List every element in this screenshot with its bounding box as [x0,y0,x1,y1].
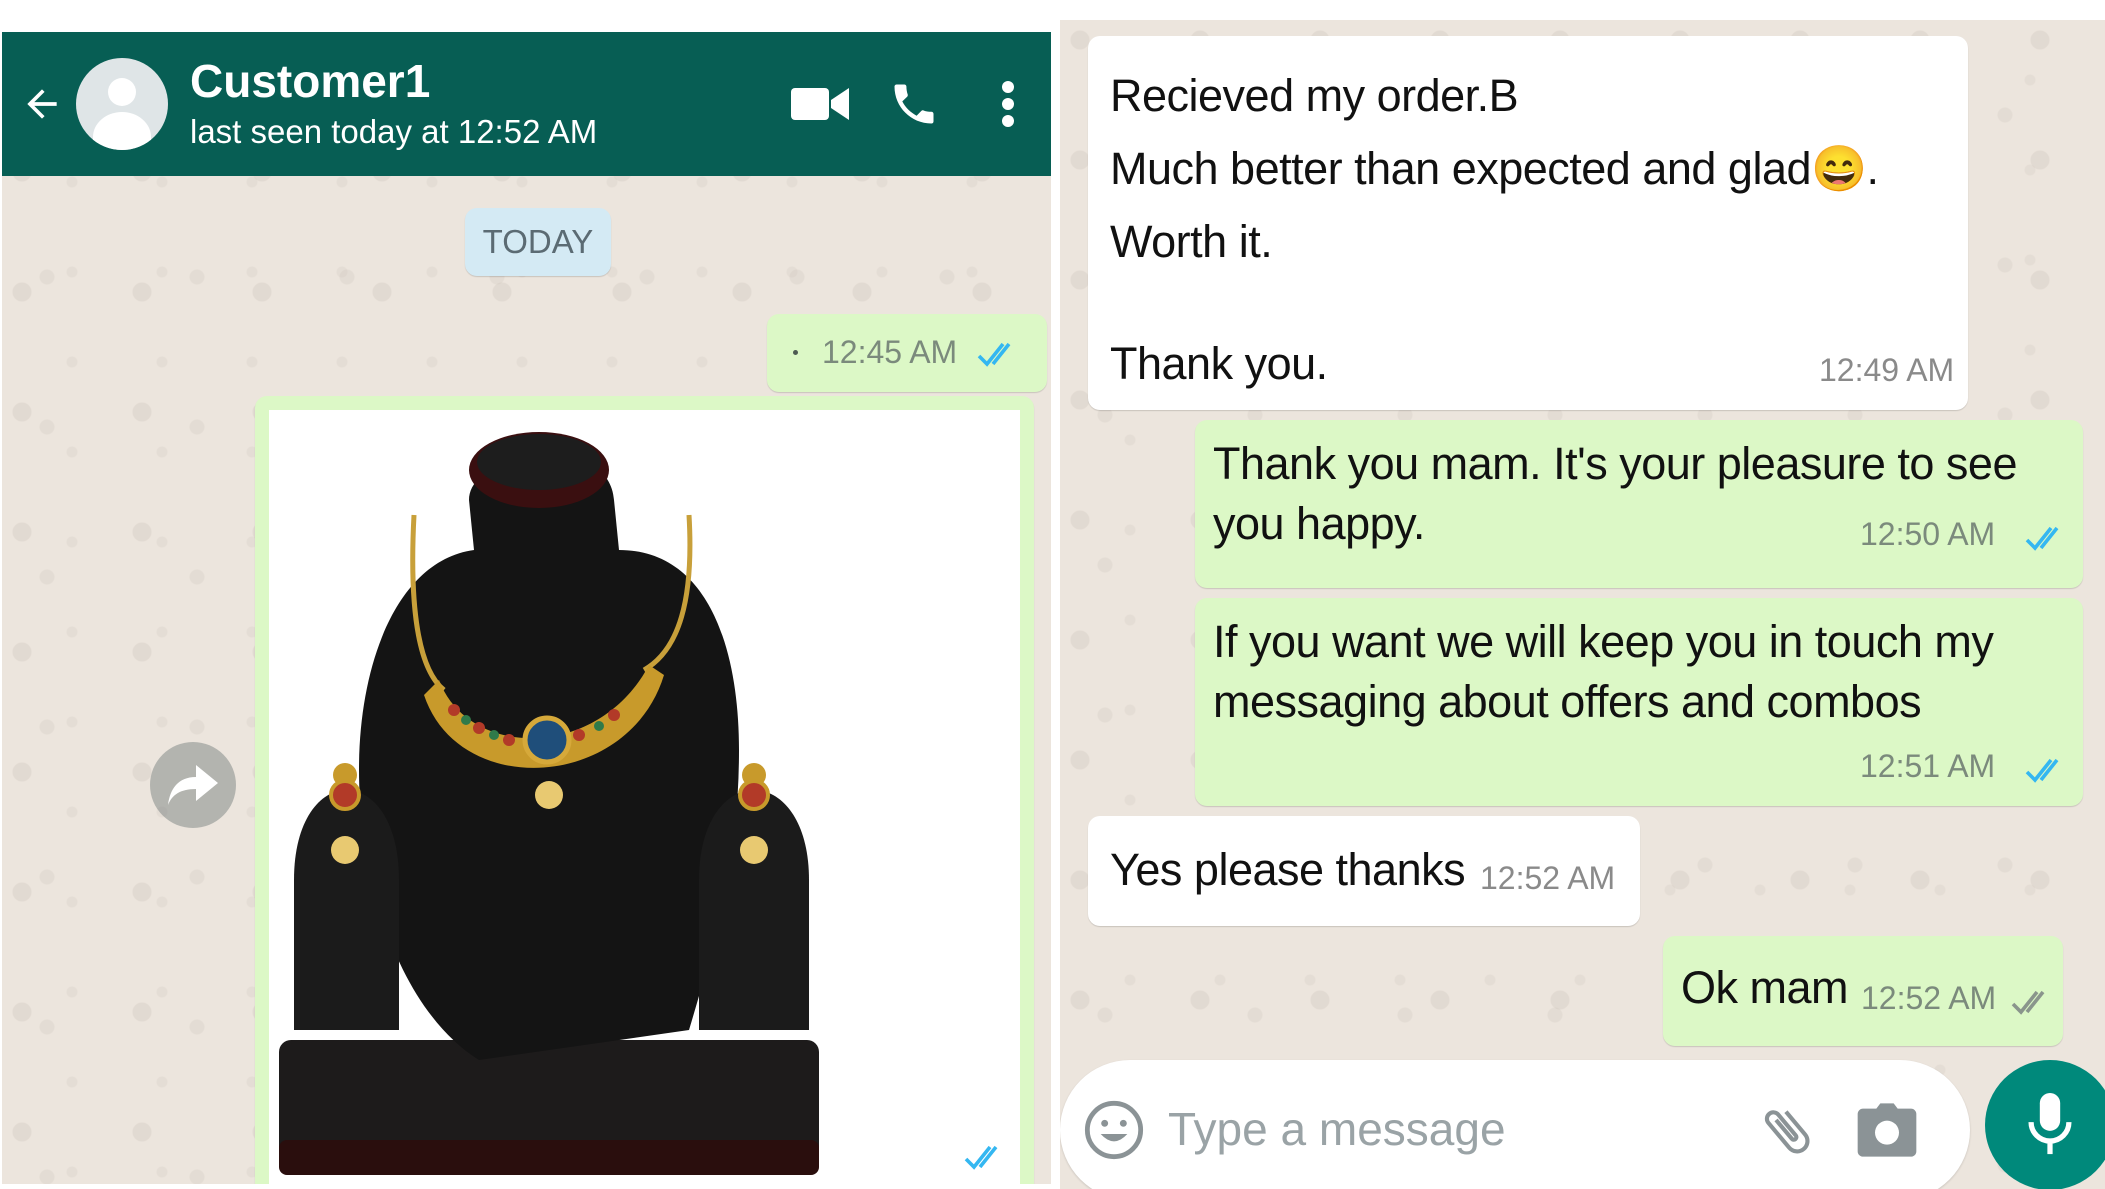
message-line: Worth it. [1110,216,1273,267]
message-time: 12:52 AM [1480,860,1616,896]
back-icon[interactable] [14,76,70,132]
incoming-message[interactable]: Recieved my order.B Much better than exp… [1088,36,1968,410]
necklace-earrings-photo[interactable]: 12:47 AM [269,410,1020,1184]
mic-icon[interactable] [1985,1060,2105,1189]
necklace-photo-graphic [279,432,819,1175]
right-chat-screen: Recieved my order.B Much better than exp… [1060,20,2105,1189]
message-time: 12:49 AM [1819,352,1955,388]
emoji-icon[interactable] [1082,1098,1146,1162]
message-line: messaging about offers and combos [1213,676,1922,727]
message-time: 12:51 AM [1860,748,1996,784]
message-line: Thank you mam. It's your pleasure to see [1213,438,2017,489]
message-line: Yes please thanks [1110,844,1466,895]
left-chat-screen: Customer1 last seen today at 12:52 AM TO… [2,32,1051,1184]
outgoing-message[interactable]: If you want we will keep you in touch my… [1195,598,2083,806]
outgoing-message[interactable]: Thank you mam. It's your pleasure to see… [1195,420,2083,588]
outgoing-image-message[interactable]: 12:47 AM [255,396,1034,1184]
outgoing-message[interactable]: Ok mam 12:52 AM [1663,936,2063,1046]
incoming-message[interactable]: Yes please thanks 12:52 AM [1088,816,1640,926]
last-seen: last seen today at 12:52 AM [190,113,598,150]
forward-icon[interactable] [150,742,236,828]
video-call-icon[interactable] [785,69,855,139]
message-line: Ok mam [1681,962,1849,1013]
camera-icon[interactable] [1855,1100,1919,1160]
message-text [793,350,798,355]
contact-name: Customer1 [190,55,431,107]
message-input[interactable]: Type a message [1168,1102,1506,1156]
outgoing-message[interactable]: 12:45 AM [767,314,1047,392]
paperclip-icon[interactable] [1756,1100,1818,1162]
grin-emoji-icon: 😄 [1811,143,1867,194]
message-line: If you want we will keep you in touch my [1213,616,1994,667]
read-ticks-icon [964,1145,998,1170]
delivered-ticks-icon [2011,990,2045,1015]
more-vertical-icon[interactable] [973,69,1043,139]
image-time: 12:47 AM [824,1140,960,1176]
avatar[interactable] [76,58,168,150]
chat-header: Customer1 last seen today at 12:52 AM [2,32,1051,176]
read-ticks-icon [2025,758,2059,783]
message-time: 12:45 AM [822,334,958,370]
phone-icon[interactable] [879,69,949,139]
contact-info[interactable]: Customer1 last seen today at 12:52 AM [190,55,785,153]
message-time: 12:52 AM [1861,980,1997,1016]
read-ticks-icon [977,342,1011,367]
message-line: Thank you. [1110,338,1328,389]
message-time: 12:50 AM [1860,516,1996,552]
message-text: Much better than expected and glad [1110,143,1812,194]
message-line: you happy. [1213,498,1425,549]
message-line: Much better than expected and glad😄. [1110,143,1879,194]
read-ticks-icon [2025,526,2059,551]
message-line: Recieved my order.B [1110,70,1519,121]
date-chip: TODAY [465,208,611,276]
message-composer[interactable]: Type a message [1060,1060,1970,1189]
